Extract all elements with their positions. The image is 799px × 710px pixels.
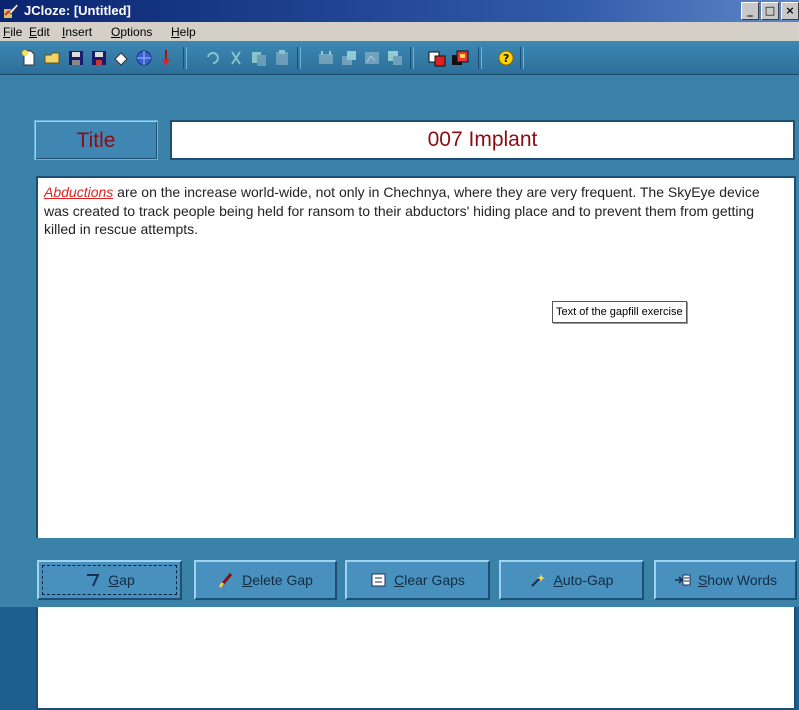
tool-a-icon[interactable] xyxy=(317,49,335,67)
window-title: JCloze: [Untitled] xyxy=(24,3,131,18)
title-label: Title xyxy=(34,120,158,160)
show-words-button-label: Show Words xyxy=(697,572,778,588)
auto-gap-icon xyxy=(530,574,545,587)
clear-gaps-button[interactable]: Clear Gaps xyxy=(345,560,490,600)
toolbar-separator xyxy=(520,47,524,69)
gap-button[interactable]: Gap xyxy=(37,560,182,600)
menu-help[interactable]: Help xyxy=(171,25,196,39)
menu-bar: File Edit Insert Options Help xyxy=(0,22,799,41)
delete-gap-button-label: Delete Gap xyxy=(242,572,313,588)
help-icon[interactable]: ? xyxy=(497,49,515,67)
toolbar-separator xyxy=(410,47,414,69)
save-icon[interactable] xyxy=(67,49,85,67)
exercise-text-area[interactable]: Abductions are on the increase world-wid… xyxy=(36,176,796,710)
menu-edit[interactable]: Edit xyxy=(29,25,50,39)
tool-b-icon[interactable] xyxy=(340,49,358,67)
red-marker-icon[interactable] xyxy=(157,49,175,67)
tool-e-icon[interactable] xyxy=(428,49,446,67)
eraser-icon[interactable] xyxy=(112,49,130,67)
save-as-icon[interactable] xyxy=(90,49,108,67)
undo-icon[interactable] xyxy=(204,49,222,67)
copy-icon[interactable] xyxy=(250,49,268,67)
maximize-button[interactable]: □ xyxy=(761,2,779,20)
toolbar-separator xyxy=(297,47,301,69)
open-folder-icon[interactable] xyxy=(44,49,62,67)
toolbar: ? xyxy=(0,41,799,75)
web-globe-icon[interactable] xyxy=(135,49,153,67)
toolbar-separator xyxy=(478,47,482,69)
toolbar-separator xyxy=(183,47,187,69)
cut-icon[interactable] xyxy=(227,49,245,67)
menu-file[interactable]: File xyxy=(3,25,22,39)
show-words-button[interactable]: Show Words xyxy=(654,560,797,600)
gap-icon xyxy=(87,574,100,587)
delete-gap-icon xyxy=(218,573,233,588)
title-input[interactable]: 007 Implant xyxy=(170,120,795,160)
close-button[interactable]: × xyxy=(781,2,799,20)
gap-button-label: Gap xyxy=(108,572,135,588)
exercise-text: are on the increase world-wide, not only… xyxy=(44,184,760,237)
gap-word[interactable]: Abductions xyxy=(44,184,113,200)
menu-options[interactable]: Options xyxy=(111,25,152,39)
auto-gap-button[interactable]: Auto-Gap xyxy=(499,560,644,600)
delete-gap-button[interactable]: Delete Gap xyxy=(194,560,337,600)
app-window: JCloze: [Untitled] _ □ × File Edit Inser… xyxy=(0,0,799,710)
clear-gaps-button-label: Clear Gaps xyxy=(394,572,465,588)
new-file-icon[interactable] xyxy=(20,49,38,67)
tool-d-icon[interactable] xyxy=(386,49,404,67)
svg-text:?: ? xyxy=(503,52,509,65)
clear-gaps-icon xyxy=(371,573,386,587)
tooltip: Text of the gapfill exercise xyxy=(552,301,687,323)
show-words-icon xyxy=(674,574,691,586)
tool-f-icon[interactable] xyxy=(451,49,469,67)
tool-c-icon[interactable] xyxy=(363,49,381,67)
title-bar[interactable]: JCloze: [Untitled] _ □ × xyxy=(0,0,799,22)
menu-insert[interactable]: Insert xyxy=(62,25,92,39)
window-controls: _ □ × xyxy=(741,2,799,20)
jcloze-app-icon xyxy=(4,3,19,18)
paste-icon[interactable] xyxy=(273,49,291,67)
auto-gap-button-label: Auto-Gap xyxy=(553,572,614,588)
minimize-button[interactable]: _ xyxy=(741,2,759,20)
